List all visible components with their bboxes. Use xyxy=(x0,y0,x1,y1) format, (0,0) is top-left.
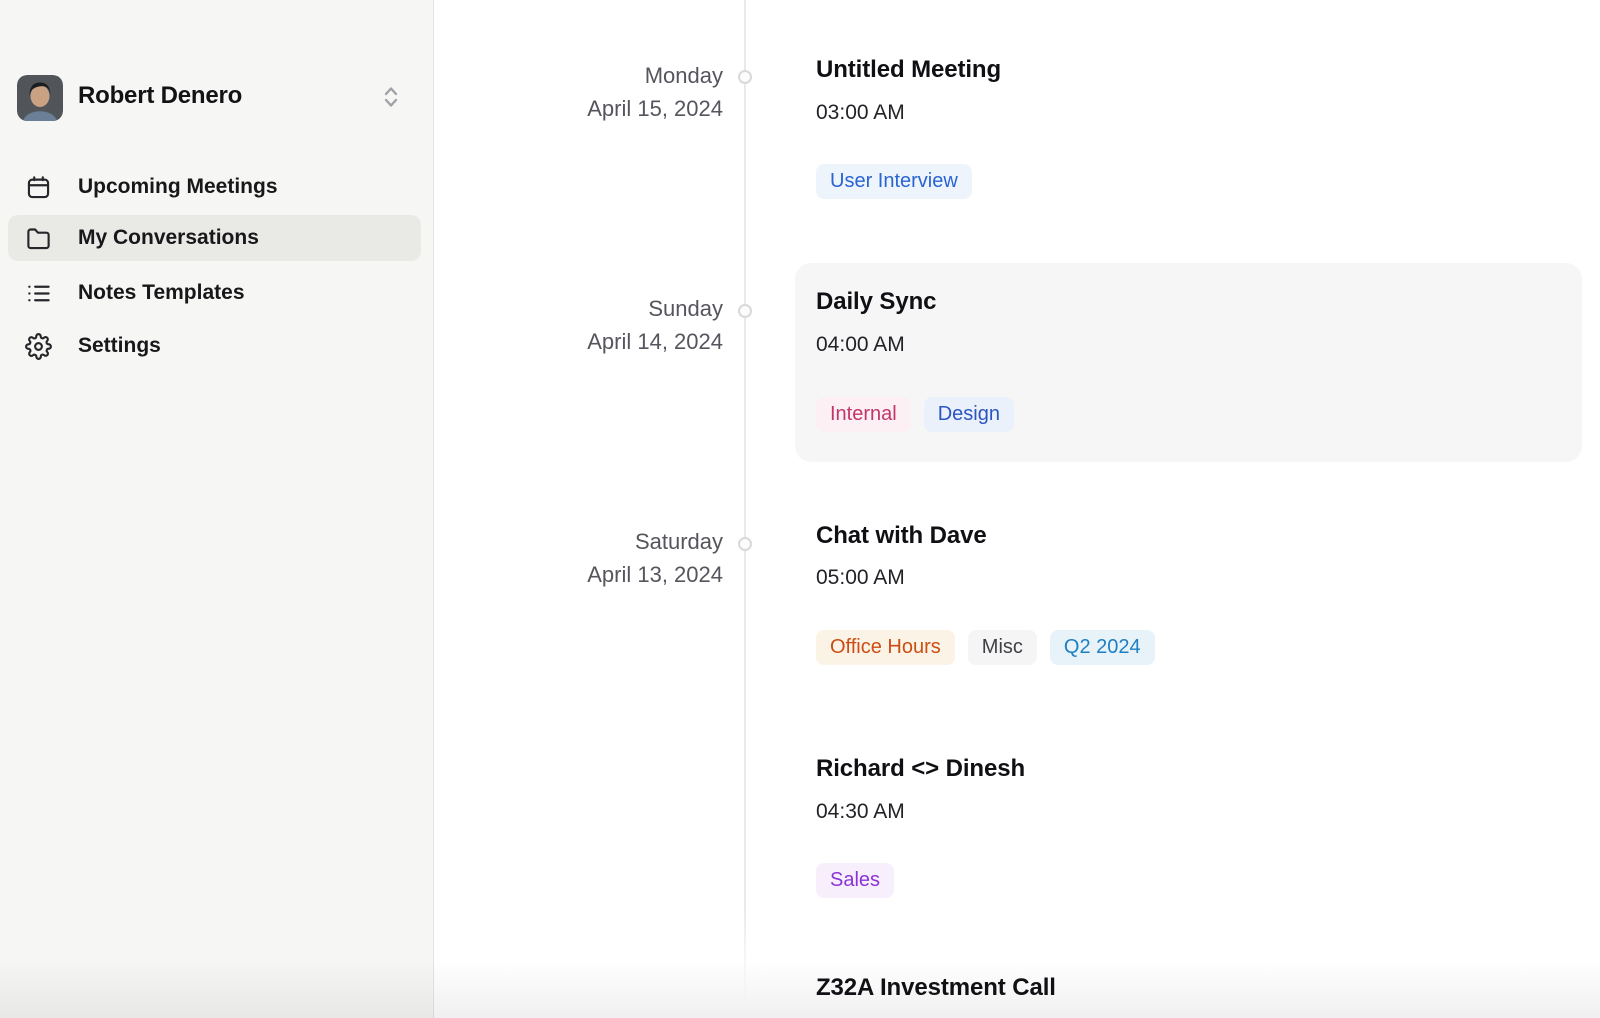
tag-row: Internal Design xyxy=(816,397,1014,432)
tag-row: Sales xyxy=(816,863,894,898)
sidebar-item-settings[interactable]: Settings xyxy=(8,323,421,369)
avatar xyxy=(17,75,63,121)
sidebar-item-label: Upcoming Meetings xyxy=(78,174,278,200)
tag-user-interview[interactable]: User Interview xyxy=(816,164,972,199)
sidebar-item-label: Notes Templates xyxy=(78,280,245,306)
sidebar-item-notes-templates[interactable]: Notes Templates xyxy=(8,270,421,316)
calendar-icon xyxy=(25,174,52,201)
timeline-dot xyxy=(738,537,752,551)
date-full: April 13, 2024 xyxy=(440,561,723,588)
sidebar: Robert Denero Upcoming Meetings xyxy=(0,0,434,1018)
gear-icon xyxy=(25,333,52,360)
date-full: April 14, 2024 xyxy=(440,328,723,355)
tag-row: Office Hours Misc Q2 2024 xyxy=(816,630,1155,665)
sidebar-item-my-conversations[interactable]: My Conversations xyxy=(8,215,421,261)
meeting-title[interactable]: Richard <> Dinesh xyxy=(816,753,1025,785)
tag-row: User Interview xyxy=(816,164,972,199)
meeting-time: 05:00 AM xyxy=(816,565,905,591)
sidebar-item-label: Settings xyxy=(78,333,161,359)
tag-misc[interactable]: Misc xyxy=(968,630,1037,665)
meeting-time: 04:00 AM xyxy=(816,332,905,358)
date-day: Sunday xyxy=(440,295,723,322)
app-window: Robert Denero Upcoming Meetings xyxy=(0,0,1600,1018)
meeting-title[interactable]: Chat with Dave xyxy=(816,520,987,552)
tag-design[interactable]: Design xyxy=(924,397,1014,432)
tag-sales[interactable]: Sales xyxy=(816,863,894,898)
tag-internal[interactable]: Internal xyxy=(816,397,911,432)
meeting-time: 03:00 AM xyxy=(816,100,905,126)
user-name: Robert Denero xyxy=(78,82,242,110)
chevron-updown-icon xyxy=(378,82,404,112)
tag-office-hours[interactable]: Office Hours xyxy=(816,630,955,665)
sidebar-item-label: My Conversations xyxy=(78,225,259,251)
meeting-title[interactable]: Z32A Investment Call xyxy=(816,972,1056,1004)
sidebar-item-upcoming-meetings[interactable]: Upcoming Meetings xyxy=(8,164,421,210)
timeline-dot xyxy=(738,304,752,318)
meeting-title[interactable]: Daily Sync xyxy=(816,286,936,318)
account-switcher[interactable]: Robert Denero xyxy=(0,64,434,130)
date-day: Monday xyxy=(440,62,723,89)
list-icon xyxy=(25,280,52,307)
meeting-time: 04:30 AM xyxy=(816,799,905,825)
timeline-line xyxy=(744,0,746,1002)
folder-icon xyxy=(25,225,52,252)
date-full: April 15, 2024 xyxy=(440,95,723,122)
meeting-title[interactable]: Untitled Meeting xyxy=(816,54,1001,86)
date-day: Saturday xyxy=(440,528,723,555)
timeline-dot xyxy=(738,70,752,84)
tag-q2-2024[interactable]: Q2 2024 xyxy=(1050,630,1155,665)
